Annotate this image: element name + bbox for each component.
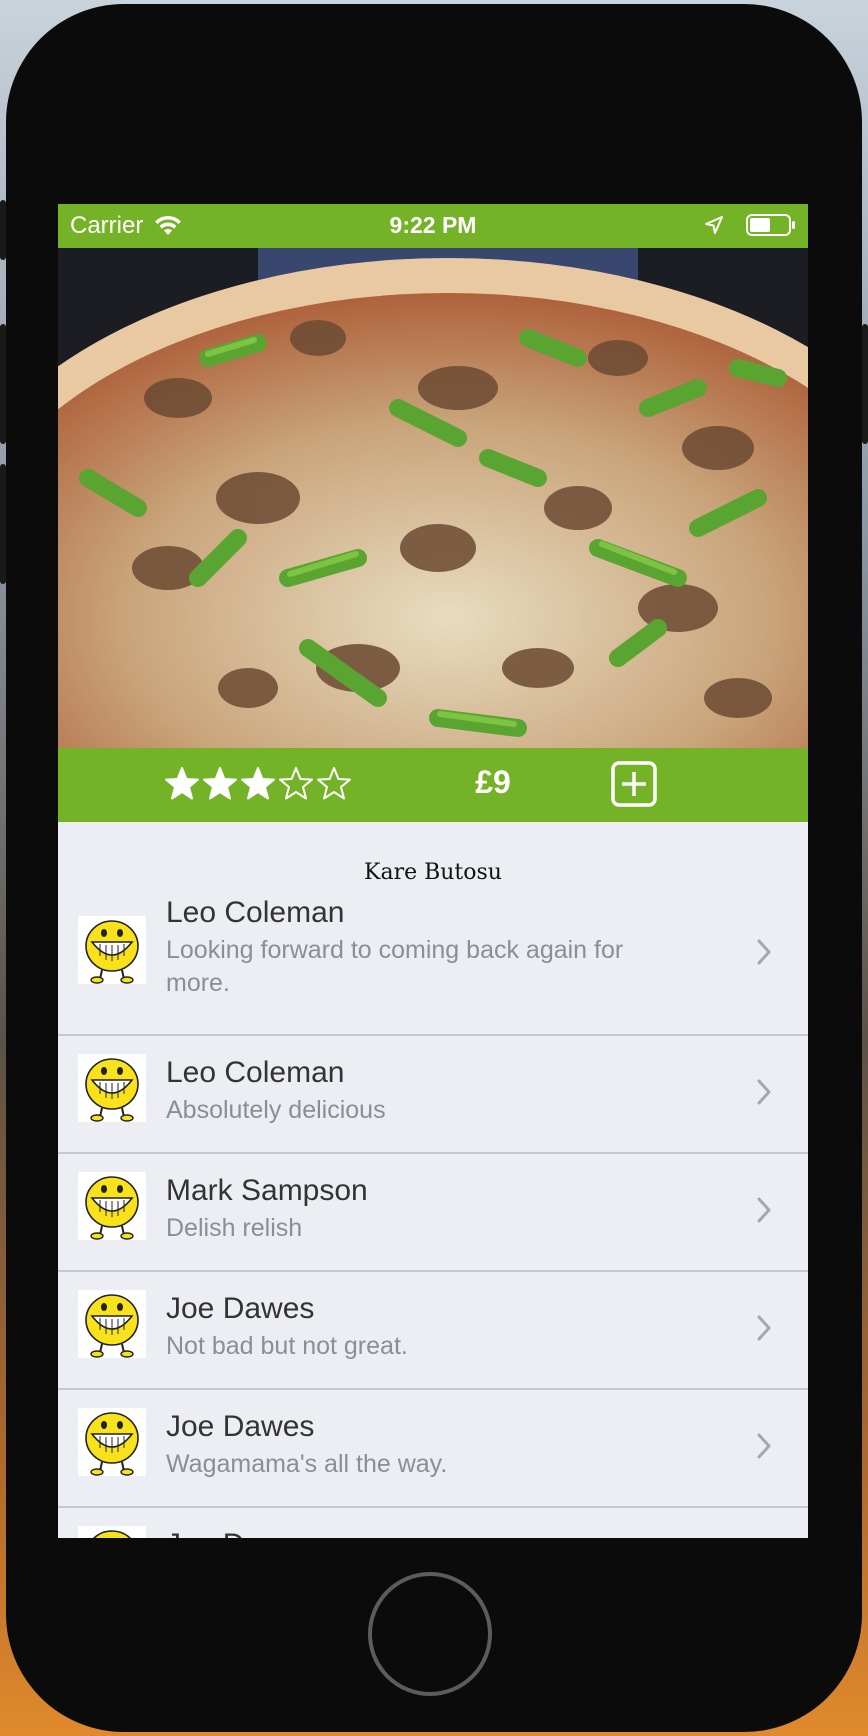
reviewer-name: Leo Coleman	[166, 896, 345, 929]
power-button	[862, 324, 868, 444]
chevron-svg	[757, 1315, 771, 1341]
price-label: £9	[475, 764, 511, 800]
review-row[interactable]: Mark Sampson Delish relish	[58, 1154, 808, 1272]
smiley-avatar-icon	[85, 1058, 139, 1122]
chevron-svg	[757, 1079, 771, 1105]
avatar	[78, 1054, 146, 1122]
chevron-right-icon	[756, 1196, 772, 1224]
review-comment: Absolutely delicious	[166, 1096, 386, 1124]
smiley-avatar-icon	[85, 1176, 139, 1240]
chevron-svg	[757, 939, 771, 965]
dish-action-bar: £9	[58, 748, 808, 822]
avatar	[78, 1172, 146, 1240]
review-row[interactable]: Joe Dawes Wagamama's all the way.	[58, 1390, 808, 1508]
review-row[interactable]: Joe Dawes	[58, 1508, 808, 1538]
volume-up-button	[0, 324, 6, 444]
status-bar: Carrier 9:22 PM	[58, 204, 808, 248]
status-right	[704, 213, 796, 237]
star-empty-icon[interactable]	[278, 766, 314, 802]
chevron-svg	[757, 1433, 771, 1459]
avatar	[78, 1408, 146, 1476]
volume-down-button	[0, 464, 6, 584]
review-comment: Not bad but not great.	[166, 1332, 408, 1360]
chevron-svg	[757, 1197, 771, 1223]
status-time: 9:22 PM	[389, 212, 477, 238]
silent-switch	[0, 200, 6, 260]
review-comment: Looking forward to coming back again for…	[166, 936, 624, 997]
star-filled-icon[interactable]	[240, 766, 276, 802]
reviewer-name: Joe Dawes	[166, 1528, 314, 1538]
reviewer-name: Joe Dawes	[166, 1410, 315, 1443]
dish-photo	[58, 248, 808, 748]
chevron-right-icon	[756, 1432, 772, 1460]
add-review-button[interactable]	[610, 760, 658, 808]
review-comment: Wagamama's all the way.	[166, 1450, 448, 1478]
reviewer-name: Leo Coleman	[166, 1056, 345, 1089]
smiley-avatar-icon	[85, 1294, 139, 1358]
star-empty-icon[interactable]	[316, 766, 352, 802]
reviewer-name: Joe Dawes	[166, 1292, 315, 1325]
section-title: Kare Butosu	[364, 860, 502, 885]
smiley-avatar-icon	[92, 1530, 132, 1538]
review-row[interactable]: Leo Coleman Absolutely delicious	[58, 1036, 808, 1154]
home-button[interactable]	[368, 1572, 492, 1696]
review-row[interactable]: Joe Dawes Not bad but not great.	[58, 1272, 808, 1390]
reviews-list: Leo Coleman Looking forward to coming ba…	[58, 886, 808, 1538]
review-row[interactable]: Leo Coleman Looking forward to coming ba…	[58, 886, 808, 1036]
smiley-avatar-icon	[85, 1412, 139, 1476]
reviewer-name: Mark Sampson	[166, 1174, 368, 1207]
chevron-right-icon	[756, 1078, 772, 1106]
star-filled-icon[interactable]	[164, 766, 200, 802]
avatar	[78, 916, 146, 984]
star-filled-icon[interactable]	[202, 766, 238, 802]
avatar	[78, 1526, 146, 1538]
location-arrow-icon	[705, 216, 723, 234]
smiley-avatar-icon	[85, 920, 139, 984]
review-comment: Delish relish	[166, 1214, 303, 1242]
app-screen: Carrier 9:22 PM £9 Kare Butosu Leo Colem…	[58, 204, 808, 1538]
battery-icon	[746, 214, 795, 236]
chevron-right-icon	[756, 1314, 772, 1342]
avatar	[78, 1290, 146, 1358]
rating-stars[interactable]	[164, 766, 352, 802]
pizza-image	[58, 248, 808, 748]
chevron-right-icon	[756, 938, 772, 966]
